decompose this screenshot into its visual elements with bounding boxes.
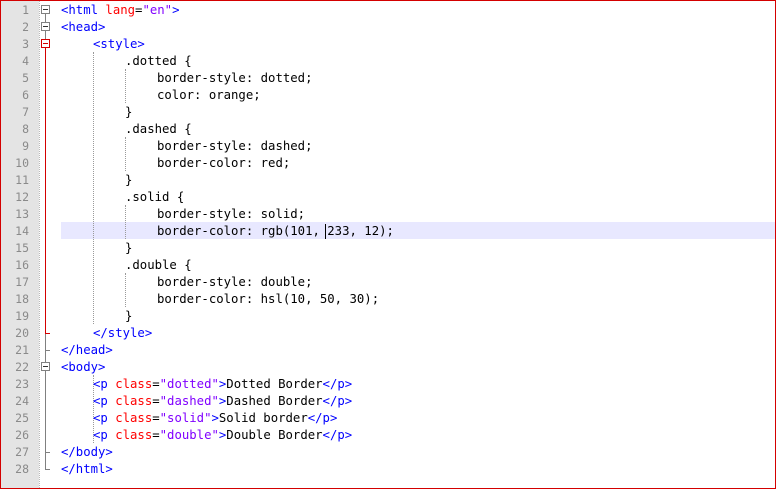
line-number: 28 [15, 462, 29, 476]
fold-end-html [45, 469, 50, 470]
line-number: 20 [15, 326, 29, 340]
code-line-22: <body> [61, 360, 106, 374]
code-line-16: .double { [125, 258, 192, 272]
fold-toggle-head[interactable] [41, 22, 50, 31]
code-line-1: <html lang="en"> [61, 3, 180, 17]
line-number: 7 [22, 105, 29, 119]
line-number: 8 [22, 122, 29, 136]
code-line-5: border-style: dotted; [157, 71, 313, 85]
code-line-25: <p class="solid">Solid border</p> [93, 411, 338, 425]
code-line-12: .solid { [125, 190, 185, 204]
code-line-2: <head> [61, 20, 106, 34]
line-number: 24 [15, 394, 29, 408]
line-number: 5 [22, 71, 29, 85]
code-line-20: </style> [93, 326, 153, 340]
code-line-17: border-style: double; [157, 275, 313, 289]
code-line-26: <p class="double">Double Border</p> [93, 428, 353, 442]
line-number: 21 [15, 343, 29, 357]
code-line-6: color: orange; [157, 88, 261, 102]
code-editor[interactable]: 1 2 3 4 5 6 7 8 9 10 11 12 13 14 15 16 17 18 19 20 21 22 23 24 2… [0, 0, 776, 489]
text-cursor [325, 224, 326, 239]
line-number: 3 [22, 37, 29, 51]
line-number: 26 [15, 428, 29, 442]
line-number: 19 [15, 309, 29, 323]
line-number: 12 [15, 190, 29, 204]
indent-guide [93, 52, 94, 324]
code-line-15: } [125, 241, 133, 255]
code-line-21: </head> [61, 343, 113, 357]
line-number: 16 [15, 258, 29, 272]
line-number: 27 [15, 445, 29, 459]
line-number: 11 [15, 173, 29, 187]
fold-end-head [45, 350, 50, 351]
indent-guide [125, 137, 126, 171]
code-line-23: <p class="dotted">Dotted Border</p> [93, 377, 353, 391]
code-line-10: border-color: red; [157, 156, 291, 170]
fold-line-style [45, 48, 46, 333]
fold-end-body [45, 452, 50, 453]
code-line-18: border-color: hsl(10, 50, 30); [157, 292, 380, 306]
line-number: 2 [22, 20, 29, 34]
code-line-7: } [125, 105, 133, 119]
indent-guide [125, 273, 126, 307]
fold-end-style [45, 333, 50, 334]
line-number: 6 [22, 88, 29, 102]
line-number: 10 [15, 156, 29, 170]
line-number: 23 [15, 377, 29, 391]
fold-toggle-body[interactable] [41, 362, 50, 371]
fold-toggle-html[interactable] [41, 5, 50, 14]
code-line-3: <style> [93, 37, 145, 51]
code-line-8: .dashed { [125, 122, 192, 136]
indent-guide [125, 69, 126, 103]
line-number: 14 [15, 224, 29, 238]
code-line-28: </html> [61, 462, 113, 476]
indent-guide [125, 205, 126, 239]
line-number: 18 [15, 292, 29, 306]
code-line-19: } [125, 309, 133, 323]
code-line-4: .dotted { [125, 54, 192, 68]
code-line-11: } [125, 173, 133, 187]
line-number: 4 [22, 54, 29, 68]
line-number: 13 [15, 207, 29, 221]
code-line-14: border-color: rgb(101, 233, 12); [157, 224, 394, 238]
line-number: 9 [22, 139, 29, 153]
code-line-24: <p class="dashed">Dashed Border</p> [93, 394, 353, 408]
line-number: 1 [22, 3, 29, 17]
code-line-27: </body> [61, 445, 113, 459]
code-line-13: border-style: solid; [157, 207, 306, 221]
line-number: 17 [15, 275, 29, 289]
line-number: 15 [15, 241, 29, 255]
fold-toggle-style[interactable] [41, 39, 50, 48]
fold-margin [39, 1, 50, 488]
code-line-9: border-style: dashed; [157, 139, 313, 153]
line-number: 22 [15, 360, 29, 374]
line-number: 25 [15, 411, 29, 425]
